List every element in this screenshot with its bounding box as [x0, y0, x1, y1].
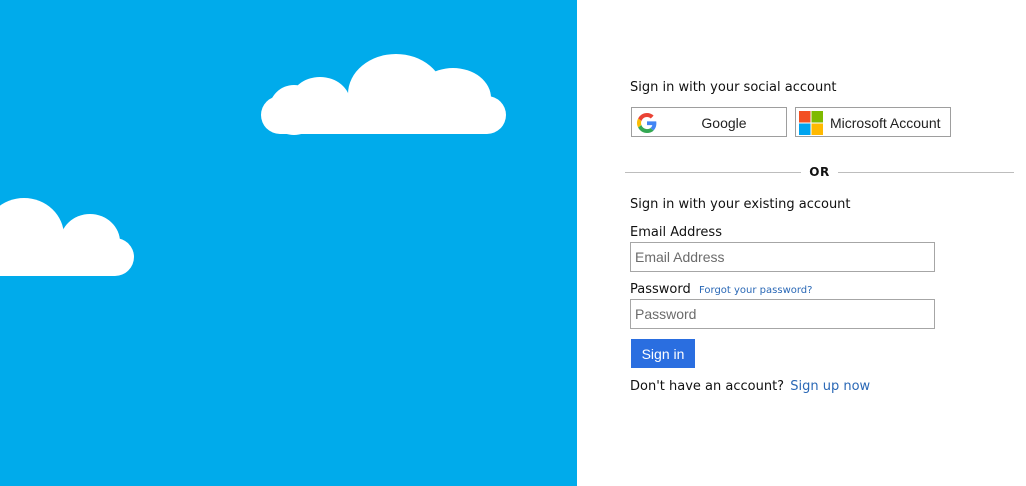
microsoft-sign-in-button[interactable]: Microsoft Account	[795, 107, 951, 137]
cloud-large	[261, 54, 506, 135]
signup-prompt: Don't have an account?	[630, 379, 785, 394]
google-icon	[637, 113, 657, 133]
email-input[interactable]	[630, 242, 935, 272]
sky-background	[0, 0, 577, 486]
sign-up-link[interactable]: Sign up now	[790, 379, 870, 394]
sign-in-button[interactable]: Sign in	[631, 339, 695, 368]
sign-in-panel: Sign in with your social account Google …	[577, 0, 1026, 486]
google-button-label: Google	[701, 115, 747, 131]
divider-or: OR	[809, 165, 830, 179]
signup-row: Don't have an account? Sign up now	[630, 379, 870, 394]
divider-line-right	[838, 172, 1014, 173]
social-heading: Sign in with your social account	[630, 80, 837, 95]
email-label: Email Address	[630, 225, 722, 240]
microsoft-icon	[799, 111, 823, 135]
forgot-password-link[interactable]: Forgot your password?	[699, 285, 812, 296]
password-label: Password	[630, 282, 691, 297]
existing-account-heading: Sign in with your existing account	[630, 197, 851, 212]
cloud-small	[0, 198, 134, 276]
password-input[interactable]	[630, 299, 935, 329]
microsoft-button-label: Microsoft Account	[830, 115, 941, 131]
google-sign-in-button[interactable]: Google	[631, 107, 787, 137]
sign-in-page: Sign in with your social account Google …	[0, 0, 1026, 486]
divider-line-left	[625, 172, 801, 173]
